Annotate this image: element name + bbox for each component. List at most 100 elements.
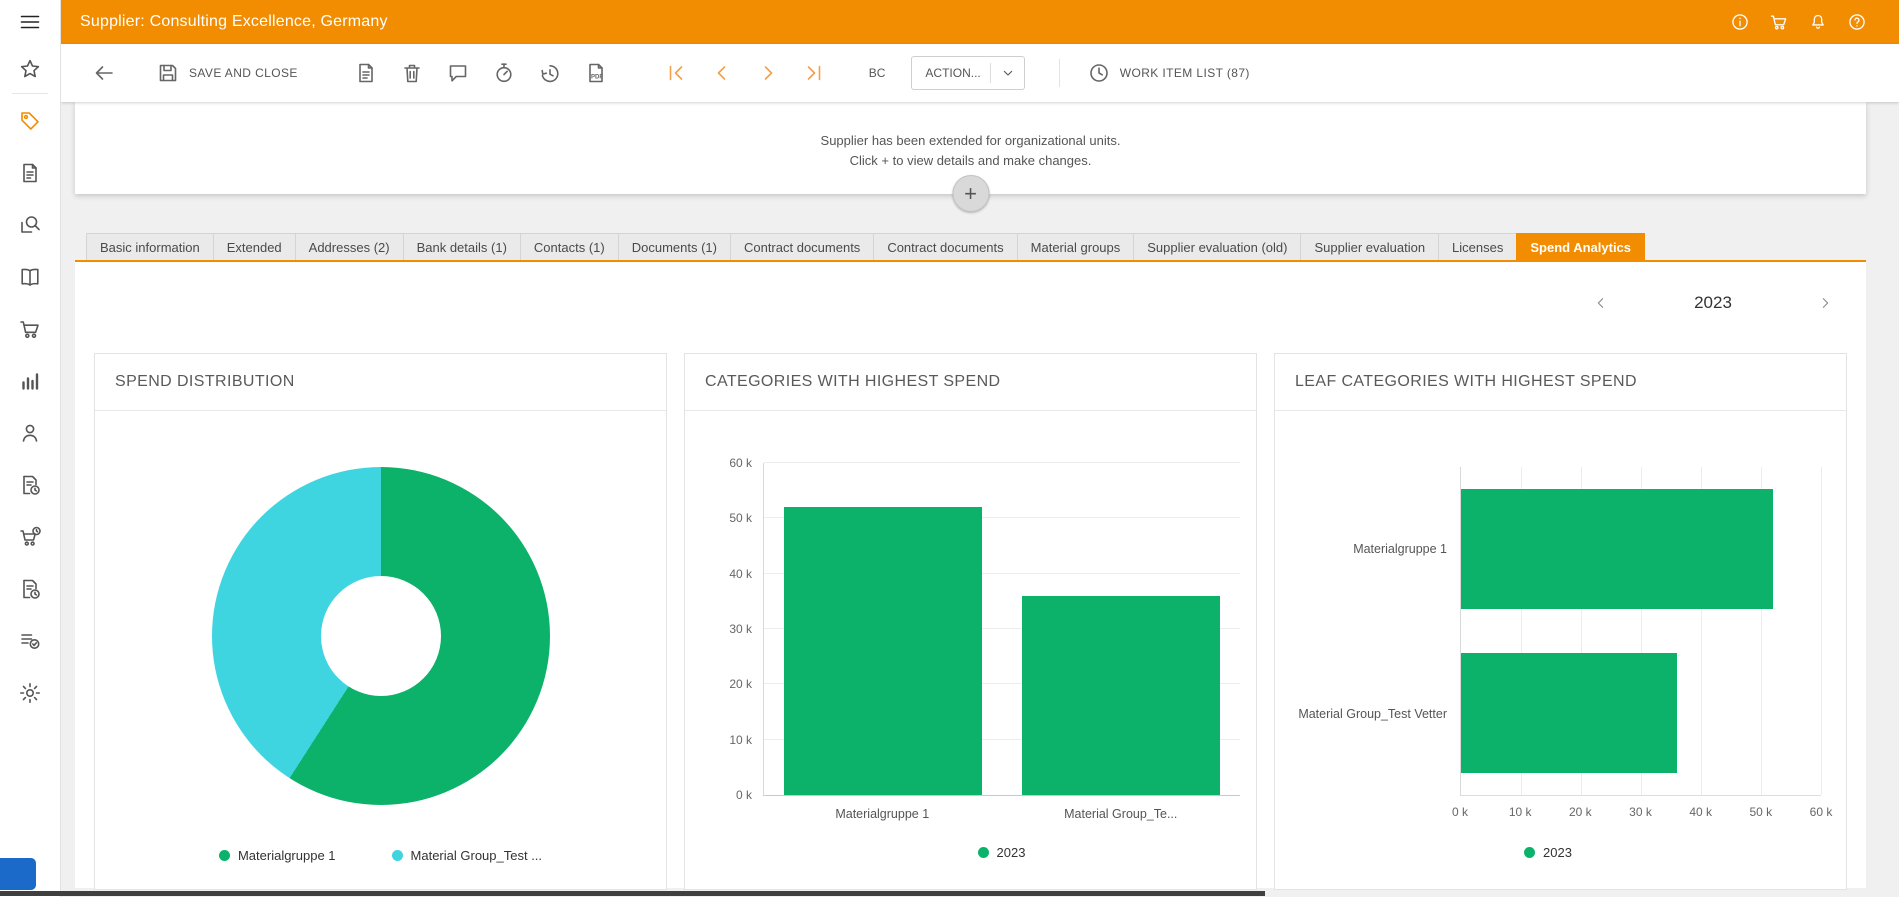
first-record-button[interactable] — [659, 56, 693, 90]
work-item-list-button[interactable]: WORK ITEM LIST (87) — [1082, 56, 1255, 90]
history-button[interactable] — [533, 56, 567, 90]
tab-contract-documents[interactable]: Contract documents — [873, 233, 1017, 260]
search-package-icon — [18, 213, 42, 237]
gridline — [1821, 467, 1822, 795]
sidebar-item-catalog[interactable] — [0, 262, 61, 292]
y-tick-label: 50 k — [729, 511, 752, 525]
bar-chart-categories: Materialgruppe 1Material Group_Te... — [763, 807, 1240, 821]
legend-label: Material Group_Test ... — [411, 848, 543, 863]
pdf-export-button[interactable] — [579, 56, 613, 90]
sidebar-item-document-clock-2[interactable] — [0, 574, 61, 604]
back-arrow-icon — [92, 61, 116, 85]
document-signature-icon — [18, 161, 42, 185]
help-button[interactable] — [1845, 10, 1869, 34]
legend-item: 2023 — [1524, 845, 1572, 860]
info-button[interactable] — [1728, 10, 1752, 34]
sidebar-item-favorites[interactable] — [0, 54, 61, 84]
bar-0 — [1461, 489, 1773, 609]
settings-gear-icon — [18, 681, 42, 705]
category-label: Material Group_Test Vetter — [1298, 707, 1447, 721]
page-title: Supplier: Consulting Excellence, Germany — [80, 13, 388, 31]
year-navigator: 2023 — [1588, 262, 1838, 316]
prev-page-icon — [710, 61, 734, 85]
x-tick-label: 40 k — [1689, 805, 1712, 819]
save-and-close-label: SAVE AND CLOSE — [189, 66, 298, 80]
next-year-button[interactable] — [1812, 290, 1838, 316]
notifications-button[interactable] — [1806, 10, 1830, 34]
save-and-close-button[interactable]: SAVE AND CLOSE — [151, 56, 303, 90]
history-icon — [538, 61, 562, 85]
sidebar-item-settings[interactable] — [0, 678, 61, 708]
timer-button[interactable] — [487, 56, 521, 90]
cart-icon — [1769, 12, 1789, 32]
delete-button[interactable] — [395, 56, 429, 90]
sidebar-item-document-signature[interactable] — [0, 158, 61, 188]
sidebar-item-tag[interactable] — [0, 106, 61, 136]
tab-contacts-1[interactable]: Contacts (1) — [520, 233, 619, 260]
document-clock-icon — [18, 577, 42, 601]
horizontal-scrollbar-thumb[interactable] — [0, 891, 1265, 896]
bar-chart-plot: 0 k10 k20 k30 k40 k50 k60 k — [763, 463, 1240, 796]
tab-basic-information[interactable]: Basic information — [86, 233, 214, 260]
x-tick-label: 30 k — [1629, 805, 1652, 819]
x-tick-label: 10 k — [1509, 805, 1532, 819]
card-header: SPEND DISTRIBUTION — [95, 354, 666, 411]
legend-label: 2023 — [1543, 845, 1572, 860]
back-button[interactable] — [87, 56, 121, 90]
bar-chart: 0 k10 k20 k30 k40 k50 k60 k Materialgrup… — [685, 411, 1256, 860]
comments-button[interactable] — [441, 56, 475, 90]
sidebar-item-cart[interactable] — [0, 314, 61, 344]
previous-record-button[interactable] — [705, 56, 739, 90]
tab-contract-documents[interactable]: Contract documents — [730, 233, 874, 260]
y-tick-label: 40 k — [729, 567, 752, 581]
tab-spend-analytics[interactable]: Spend Analytics — [1516, 233, 1645, 260]
gridline — [764, 462, 1240, 463]
categories-highest-spend-card: CATEGORIES WITH HIGHEST SPEND 0 k10 k20 … — [684, 353, 1257, 890]
sidebar-item-statistics[interactable] — [0, 366, 61, 396]
tab-supplier-evaluation[interactable]: Supplier evaluation — [1300, 233, 1439, 260]
tag-icon — [18, 109, 42, 133]
sidebar-item-list-check[interactable] — [0, 626, 61, 656]
list-check-icon — [18, 629, 42, 653]
dropdown-divider — [990, 63, 991, 83]
stopwatch-icon — [492, 61, 516, 85]
expand-details-button[interactable]: + — [952, 175, 989, 212]
tab-documents-1[interactable]: Documents (1) — [618, 233, 731, 260]
previous-year-button[interactable] — [1588, 290, 1614, 316]
hbar-chart-plot — [1460, 467, 1821, 796]
document-button[interactable] — [349, 56, 383, 90]
chevron-right-icon — [1817, 295, 1833, 311]
sidebar-item-document-clock[interactable] — [0, 470, 61, 500]
tab-supplier-evaluation-old[interactable]: Supplier evaluation (old) — [1133, 233, 1301, 260]
leaf-categories-highest-spend-card: LEAF CATEGORIES WITH HIGHEST SPEND Mater… — [1274, 353, 1847, 890]
favorites-star-icon — [18, 57, 42, 81]
notice-line-1: Supplier has been extended for organizat… — [75, 131, 1866, 151]
tab-bank-details-1[interactable]: Bank details (1) — [403, 233, 521, 260]
notice-card: Supplier has been extended for organizat… — [75, 102, 1866, 194]
toolbar-divider — [1059, 59, 1060, 87]
chevron-left-icon — [1593, 295, 1609, 311]
bottom-left-widget[interactable] — [0, 858, 36, 890]
last-record-button[interactable] — [797, 56, 831, 90]
notice-line-2: Click + to view details and make changes… — [75, 151, 1866, 171]
tab-addresses-2[interactable]: Addresses (2) — [295, 233, 404, 260]
card-title: CATEGORIES WITH HIGHEST SPEND — [705, 373, 1236, 391]
category-label: Material Group_Te... — [1002, 807, 1241, 821]
tab-material-groups[interactable]: Material groups — [1017, 233, 1135, 260]
menu-button[interactable] — [0, 0, 61, 44]
header-cart-button[interactable] — [1767, 10, 1791, 34]
sidebar-item-search[interactable] — [0, 210, 61, 240]
legend-dot — [392, 850, 403, 861]
donut-chart — [212, 467, 550, 805]
next-record-button[interactable] — [751, 56, 785, 90]
bc-label: BC — [869, 66, 886, 80]
catalog-book-icon — [18, 265, 42, 289]
sidebar-item-person[interactable] — [0, 418, 61, 448]
info-icon — [1730, 12, 1750, 32]
tab-licenses[interactable]: Licenses — [1438, 233, 1517, 260]
sidebar-item-basket-clock[interactable] — [0, 522, 61, 552]
statistics-bars-icon — [18, 369, 42, 393]
spend-analytics-panel: 2023 SPEND DISTRIBUTION Materialgruppe 1… — [75, 262, 1866, 888]
action-dropdown[interactable]: ACTION... — [911, 56, 1024, 90]
tab-extended[interactable]: Extended — [213, 233, 296, 260]
